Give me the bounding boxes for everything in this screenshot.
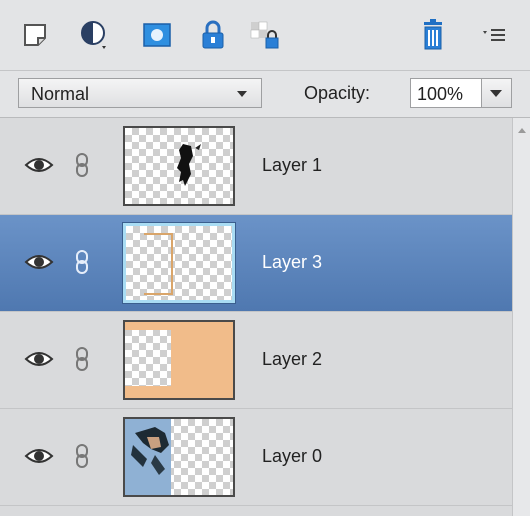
- opacity-dropdown-button[interactable]: [482, 78, 512, 108]
- layers-toolbar: [0, 0, 530, 71]
- link-icon[interactable]: [74, 249, 90, 280]
- link-icon[interactable]: [74, 443, 90, 474]
- trash-icon[interactable]: [416, 18, 450, 52]
- new-layer-icon[interactable]: [18, 18, 52, 52]
- link-icon[interactable]: [74, 346, 90, 377]
- layer-thumbnail[interactable]: [122, 222, 236, 304]
- layer-thumbnail[interactable]: [123, 320, 235, 400]
- lock-transparency-icon[interactable]: [248, 18, 282, 52]
- layer-row[interactable]: Layer 1: [0, 118, 512, 215]
- blend-mode-value: Normal: [31, 84, 90, 104]
- layer-row[interactable]: Layer 2: [0, 312, 512, 409]
- layer-name[interactable]: Layer 1: [262, 155, 322, 176]
- chevron-down-icon: [237, 91, 247, 97]
- eye-icon[interactable]: [24, 155, 54, 180]
- opacity-input[interactable]: 100%: [410, 78, 482, 108]
- blend-options-row: Normal Opacity: 100%: [0, 71, 530, 118]
- layers-list: Layer 1 Layer 3 Layer 2 Layer 0: [0, 118, 530, 516]
- link-icon[interactable]: [74, 152, 90, 183]
- layers-scrollbar[interactable]: [512, 118, 530, 516]
- layer-thumbnail[interactable]: [123, 126, 235, 206]
- eye-icon[interactable]: [24, 252, 54, 277]
- blend-mode-select[interactable]: Normal: [18, 78, 262, 108]
- layer-mask-icon[interactable]: [140, 18, 174, 52]
- panel-menu-icon[interactable]: [478, 18, 512, 52]
- adjustment-layer-icon[interactable]: [78, 18, 112, 52]
- chevron-down-icon: [490, 90, 502, 97]
- layer-name[interactable]: Layer 2: [262, 349, 322, 370]
- layer-thumbnail[interactable]: [123, 417, 235, 497]
- layer-name[interactable]: Layer 0: [262, 446, 322, 467]
- layer-row[interactable]: Layer 0: [0, 409, 512, 506]
- opacity-label: Opacity:: [304, 83, 371, 103]
- eye-icon[interactable]: [24, 349, 54, 374]
- layer-name[interactable]: Layer 3: [262, 252, 322, 273]
- layer-row-selected[interactable]: Layer 3: [0, 215, 512, 312]
- layers-panel: Normal Opacity: 100% Layer 1 Layer 3 Lay…: [0, 0, 530, 516]
- eye-icon[interactable]: [24, 446, 54, 471]
- scroll-up-arrow-icon[interactable]: [518, 128, 526, 133]
- lock-all-icon[interactable]: [196, 18, 230, 52]
